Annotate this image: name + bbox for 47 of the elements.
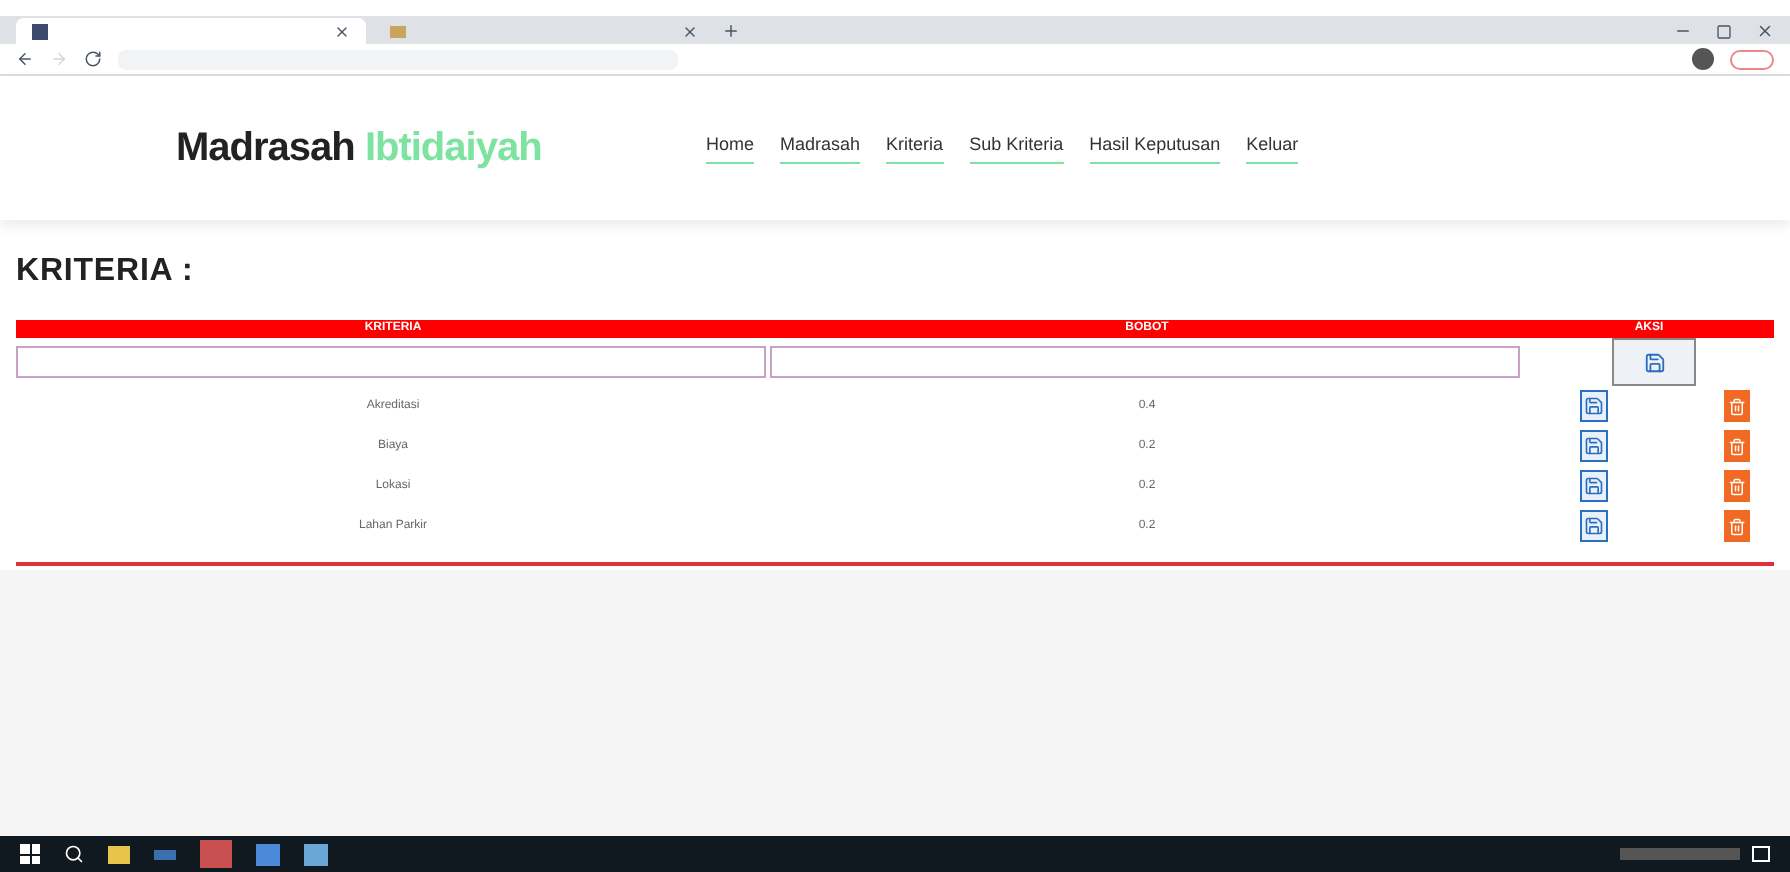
save-icon (1584, 476, 1604, 496)
nav-link[interactable]: Keluar (1246, 132, 1299, 164)
reload-icon[interactable] (84, 50, 102, 68)
delete-button[interactable] (1724, 430, 1750, 462)
edit-button[interactable] (1580, 510, 1608, 542)
delete-button[interactable] (1724, 390, 1750, 422)
notification-icon[interactable] (1752, 846, 1770, 862)
save-icon (1584, 396, 1604, 416)
trash-icon (1728, 477, 1746, 495)
nav-link[interactable]: Sub Kriteria (969, 132, 1064, 164)
app-icon[interactable] (304, 843, 328, 865)
favicon-icon (390, 25, 406, 37)
favicon-icon (32, 23, 48, 39)
new-tab-icon[interactable] (722, 22, 740, 40)
weight-input[interactable] (770, 346, 1520, 378)
criteria-input[interactable] (16, 346, 766, 378)
trash-icon (1728, 437, 1746, 455)
window-icon[interactable] (154, 849, 176, 859)
nav-link[interactable]: Madrasah (780, 132, 861, 164)
edit-button[interactable] (1580, 390, 1608, 422)
profile-pill[interactable] (1730, 49, 1774, 69)
save-icon (1584, 516, 1604, 536)
save-icon (1584, 436, 1604, 456)
edit-button[interactable] (1580, 470, 1608, 502)
delete-button[interactable] (1724, 470, 1750, 502)
search-icon[interactable] (64, 844, 84, 864)
nav-link[interactable]: Kriteria (886, 132, 944, 164)
save-button[interactable] (1612, 338, 1696, 386)
profile-avatar[interactable] (1692, 48, 1714, 70)
trash-icon (1728, 517, 1746, 535)
windows-icon[interactable] (20, 844, 40, 864)
app-icon[interactable] (256, 843, 280, 865)
close-icon[interactable] (682, 23, 698, 39)
trash-icon (1728, 397, 1746, 415)
nav-link[interactable]: Home (706, 132, 755, 164)
close-icon[interactable] (334, 23, 350, 39)
edit-button[interactable] (1580, 430, 1608, 462)
save-icon (1643, 351, 1665, 373)
page-heading: KRITERIA : (16, 252, 196, 292)
close-icon[interactable] (1756, 22, 1774, 40)
browser-tab[interactable] (16, 18, 366, 44)
delete-button[interactable] (1724, 510, 1750, 542)
back-icon[interactable] (16, 50, 34, 68)
nav-link[interactable]: Hasil Keputusan (1089, 132, 1221, 164)
site-logo[interactable]: Madrasah Ibtidaiyah (176, 118, 706, 178)
folder-icon[interactable] (108, 845, 130, 863)
maximize-icon[interactable] (1716, 23, 1732, 39)
